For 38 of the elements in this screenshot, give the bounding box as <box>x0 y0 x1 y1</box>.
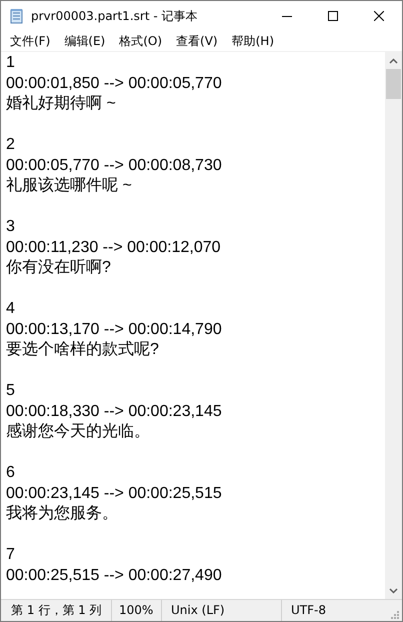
subtitle-timestamp: 00:00:01,850 --> 00:00:05,770 <box>6 74 222 94</box>
subtitle-text: 礼服该选哪件呢 ~ <box>6 176 132 196</box>
subtitle-text: 婚礼好期待啊 ~ <box>6 94 116 114</box>
status-field: 100% <box>112 600 162 621</box>
status-field: Unix (LF) <box>162 600 282 621</box>
menu-item[interactable]: 查看(V) <box>169 30 225 52</box>
subtitle-text: 要选个啥样的款式呢? <box>6 340 159 360</box>
subtitle-text: 我将为您服务。 <box>6 504 118 524</box>
status-field: 第 1 行，第 1 列 <box>1 600 112 621</box>
window-title: prvr00003.part1.srt - 记事本 <box>31 8 198 24</box>
subtitle-timestamp: 00:00:18,330 --> 00:00:23,145 <box>6 402 222 422</box>
resize-grip-icon[interactable] <box>391 611 399 619</box>
menu-item[interactable]: 格式(O) <box>112 30 170 52</box>
scrollbar-thumb[interactable] <box>386 69 401 99</box>
scroll-up-icon[interactable] <box>389 58 398 64</box>
subtitle-timestamp: 00:00:23,145 --> 00:00:25,515 <box>6 484 222 504</box>
subtitle-timestamp: 00:00:13,170 --> 00:00:14,790 <box>6 320 222 340</box>
subtitle-number: 3 <box>6 217 15 237</box>
subtitle-timestamp: 00:00:25,515 --> 00:00:27,490 <box>6 566 222 586</box>
subtitle-number: 5 <box>6 381 15 401</box>
subtitle-text: 感谢您今天的光临。 <box>6 422 150 442</box>
status-field: UTF-8 <box>282 600 391 621</box>
vertical-scrollbar[interactable] <box>385 52 402 599</box>
scroll-down-icon[interactable] <box>389 588 398 594</box>
subtitle-number: 6 <box>6 463 15 483</box>
subtitle-timestamp: 00:00:05,770 --> 00:00:08,730 <box>6 156 222 176</box>
subtitle-number: 2 <box>6 135 15 155</box>
notepad-icon <box>9 8 25 24</box>
menu-item[interactable]: 编辑(E) <box>57 30 112 52</box>
close-icon <box>374 11 384 21</box>
menu-item[interactable]: 文件(F) <box>3 30 58 52</box>
subtitle-timestamp: 00:00:11,230 --> 00:00:12,070 <box>6 238 221 258</box>
subtitle-number: 7 <box>6 545 15 565</box>
subtitle-text: 你有没在听啊? <box>6 258 111 278</box>
menu-item[interactable]: 帮助(H) <box>224 30 281 52</box>
subtitle-number: 4 <box>6 299 15 319</box>
maximize-icon <box>328 11 338 21</box>
subtitle-number: 1 <box>6 53 15 73</box>
